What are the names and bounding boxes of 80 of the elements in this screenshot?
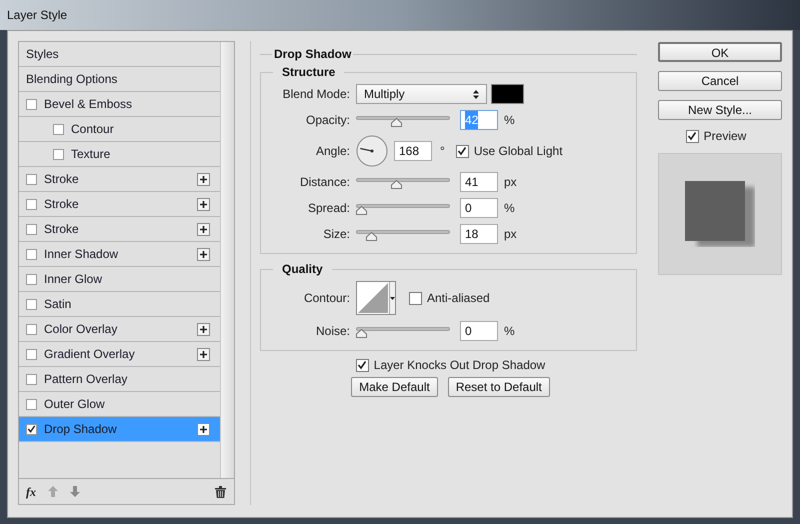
blend-mode-select[interactable]: Multiply <box>356 84 487 104</box>
checkbox-label: Layer Knocks Out Drop Shadow <box>374 357 546 374</box>
checkbox[interactable] <box>409 292 422 304</box>
add-icon[interactable] <box>197 198 210 210</box>
field-label: Distance: <box>298 174 351 191</box>
number-field[interactable]: 18 <box>460 224 498 244</box>
checkbox[interactable] <box>26 324 37 334</box>
unit-label: ° <box>440 143 445 160</box>
number-field[interactable]: 168 <box>394 141 432 161</box>
effect-item[interactable]: Drop Shadow <box>19 417 220 442</box>
dialog-button[interactable]: Make Default <box>351 377 438 397</box>
field-label: Contour: <box>302 290 351 307</box>
dialog-button[interactable]: OK <box>658 42 782 62</box>
number-field[interactable]: 0 <box>460 198 498 218</box>
checkbox-label: Anti-aliased <box>427 290 490 307</box>
updown-icon <box>473 90 479 98</box>
checkbox[interactable] <box>26 198 37 210</box>
add-icon[interactable] <box>197 172 210 186</box>
dialog-button[interactable]: New Style... <box>658 100 782 120</box>
slider[interactable] <box>356 201 450 215</box>
checkbox[interactable] <box>53 148 64 160</box>
add-icon[interactable] <box>197 322 210 336</box>
number-field[interactable]: 41 <box>460 172 498 192</box>
field-label: Opacity: <box>304 112 351 129</box>
dialog-button[interactable]: Reset to Default <box>448 377 550 397</box>
caret-icon <box>390 296 395 300</box>
slider-thumb[interactable] <box>391 118 402 127</box>
slider-thumb[interactable] <box>356 206 367 215</box>
checkbox-label: Use Global Light <box>474 143 563 160</box>
slider[interactable] <box>356 227 450 241</box>
checkbox[interactable] <box>686 130 699 142</box>
shadowed-square-drawing <box>685 181 755 247</box>
checkbox[interactable] <box>26 398 37 410</box>
up-arrow-icon[interactable] <box>48 486 58 497</box>
dialog-button[interactable]: Cancel <box>658 71 782 91</box>
checkbox[interactable] <box>26 274 37 284</box>
checkbox[interactable] <box>26 248 37 260</box>
field-label: Angle: <box>314 143 351 160</box>
slider-thumb[interactable] <box>391 180 402 189</box>
down-arrow-icon[interactable] <box>70 486 80 497</box>
slider-thumb[interactable] <box>366 232 378 241</box>
checkbox[interactable] <box>26 224 37 234</box>
number-field[interactable]: 0 <box>460 321 498 341</box>
field-label: Spread: <box>306 200 351 217</box>
color-swatch[interactable] <box>491 84 524 104</box>
checkbox[interactable] <box>26 374 37 384</box>
field-label: Size: <box>322 226 351 243</box>
unit-label: % <box>504 323 515 340</box>
add-icon[interactable] <box>197 248 210 260</box>
checkbox[interactable] <box>26 98 37 110</box>
group-title: Drop Shadow <box>273 46 352 63</box>
contour-curve-icon <box>357 282 389 314</box>
slider[interactable] <box>356 175 450 189</box>
group-title: Quality <box>281 261 324 278</box>
fx-button[interactable]: fx <box>26 482 36 500</box>
add-icon[interactable] <box>197 222 210 236</box>
checkbox[interactable] <box>26 348 37 360</box>
checkbox-label: Preview <box>704 128 746 145</box>
add-icon[interactable] <box>197 422 210 436</box>
unit-label: px <box>504 226 517 243</box>
slider[interactable] <box>356 113 450 127</box>
unit-label: % <box>504 200 515 217</box>
field-label: Blend Mode: <box>282 86 351 103</box>
add-icon[interactable] <box>197 348 210 360</box>
slider[interactable] <box>356 324 450 338</box>
checkbox[interactable] <box>53 124 64 134</box>
field-label: Noise: <box>314 323 351 340</box>
group-title: Structure <box>281 64 336 81</box>
checkbox[interactable] <box>26 424 37 434</box>
unit-label: % <box>504 112 515 129</box>
checkbox[interactable] <box>456 144 469 158</box>
unit-label: px <box>504 174 517 191</box>
angle-dial[interactable] <box>356 135 388 167</box>
contour-picker[interactable] <box>356 281 396 315</box>
slider-thumb[interactable] <box>356 329 367 338</box>
checkbox[interactable] <box>26 174 37 184</box>
trash-icon[interactable] <box>215 486 226 498</box>
checkbox[interactable] <box>356 358 369 372</box>
window-title: Layer Style <box>7 7 68 24</box>
checkbox[interactable] <box>26 298 37 310</box>
